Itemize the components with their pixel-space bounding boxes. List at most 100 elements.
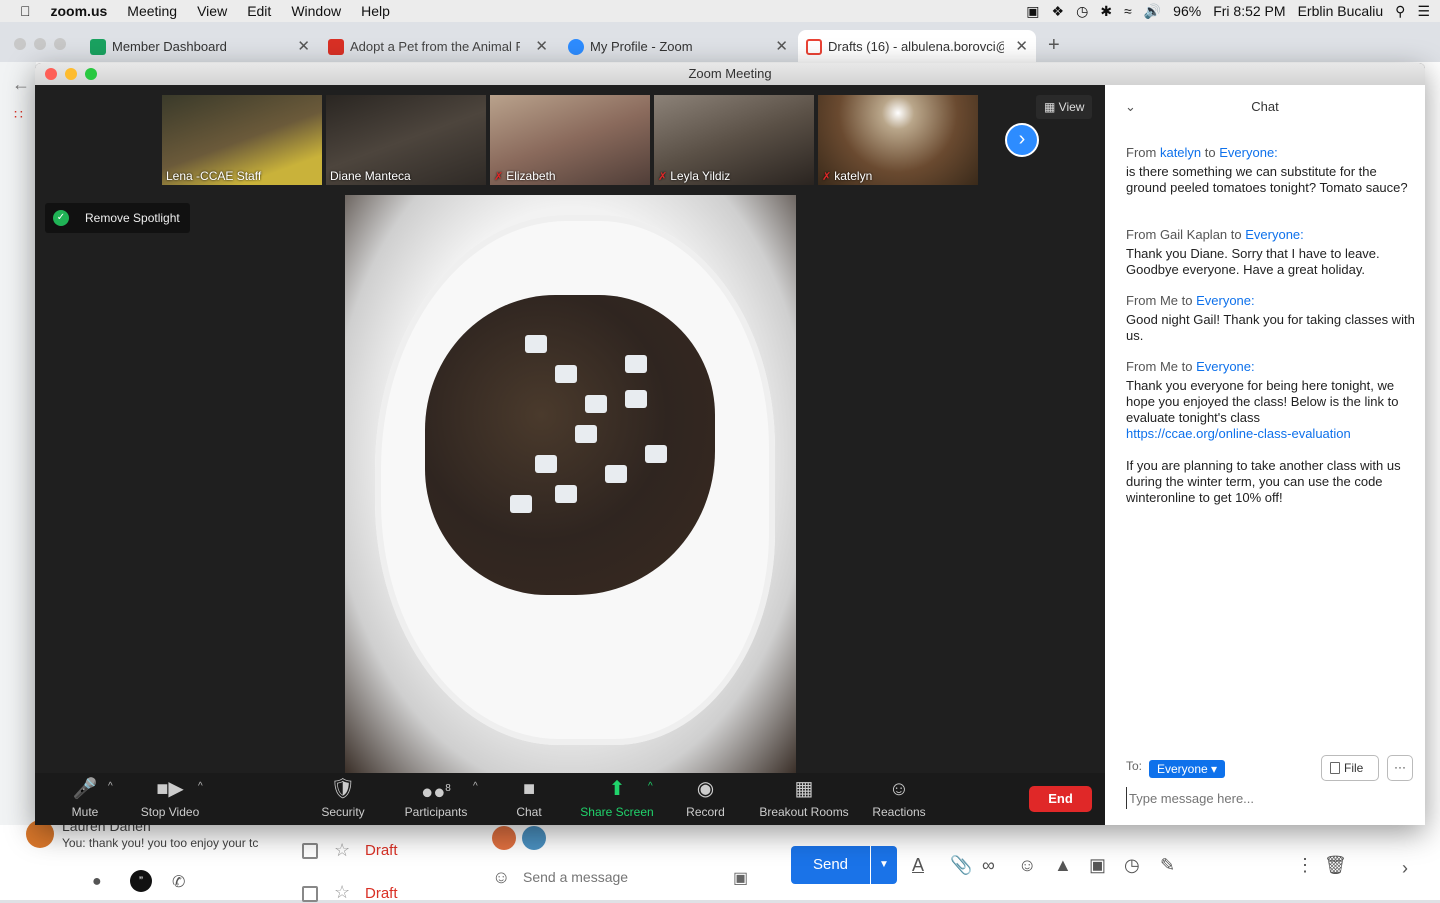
- record-button[interactable]: ◉ Record: [683, 777, 728, 819]
- browser-close-light[interactable]: [14, 38, 26, 50]
- zoom-close-light[interactable]: [45, 68, 57, 80]
- participants-options-caret-icon[interactable]: ^: [473, 781, 478, 792]
- image-icon[interactable]: ▣: [733, 868, 748, 888]
- message-text: Good night Gail! Thank you for taking cl…: [1126, 312, 1415, 343]
- recipient-name[interactable]: Everyone:: [1196, 293, 1255, 308]
- participant-thumb[interactable]: Diane Manteca: [326, 95, 486, 185]
- contacts-icon[interactable]: ●: [92, 873, 102, 891]
- drive-icon[interactable]: ▲: [1054, 855, 1072, 876]
- apps-grid-icon[interactable]: ∷: [14, 106, 23, 123]
- clock[interactable]: Fri 8:52 PM: [1213, 3, 1285, 19]
- breakout-rooms-icon: ▦: [794, 778, 814, 800]
- participant-count: 8: [445, 783, 451, 794]
- wifi-icon[interactable]: ≈: [1124, 3, 1132, 19]
- recipient-name[interactable]: Everyone:: [1196, 359, 1255, 374]
- adopt-pet-favicon-icon: [328, 39, 344, 55]
- chat-button[interactable]: ■ Chat: [509, 777, 549, 819]
- signature-icon[interactable]: ✎: [1160, 855, 1175, 876]
- spotlight-label: Remove Spotlight: [85, 211, 180, 225]
- apple-icon[interactable]: : [20, 3, 31, 19]
- battery-percent[interactable]: 96%: [1173, 3, 1201, 19]
- recipient-name[interactable]: Everyone:: [1245, 227, 1304, 242]
- emoji-icon[interactable]: ☺: [492, 867, 510, 888]
- formatting-icon[interactable]: A: [912, 855, 924, 876]
- menu-window[interactable]: Window: [291, 3, 341, 19]
- browser-minimize-light[interactable]: [34, 38, 46, 50]
- tab-member-dashboard[interactable]: Member Dashboard ✕: [82, 30, 318, 62]
- phone-icon[interactable]: ✆: [172, 872, 185, 892]
- notification-center-icon[interactable]: ☰: [1417, 3, 1430, 20]
- hangouts-icon[interactable]: ”: [130, 870, 152, 892]
- share-options-caret-icon[interactable]: ^: [648, 781, 653, 792]
- tab-my-profile-zoom[interactable]: My Profile - Zoom ✕: [560, 30, 796, 62]
- close-icon[interactable]: ✕: [535, 37, 548, 55]
- spotlight-search-icon[interactable]: ⚲: [1395, 3, 1405, 20]
- stop-video-button[interactable]: ■▶ Stop Video: [135, 777, 205, 819]
- volume-icon[interactable]: 🔊: [1144, 3, 1161, 20]
- menu-view[interactable]: View: [197, 3, 227, 19]
- more-options-icon[interactable]: ⋮: [1296, 855, 1314, 876]
- zoom-status-icon[interactable]: ▣: [1026, 3, 1039, 20]
- participant-thumb[interactable]: ✗ Leyla Yildiz: [654, 95, 814, 185]
- zoom-zoom-light[interactable]: [85, 68, 97, 80]
- participant-thumb[interactable]: ✗ katelyn: [818, 95, 978, 185]
- security-button[interactable]: 🛡 Security: [318, 777, 368, 819]
- dropbox-icon[interactable]: ❖: [1052, 3, 1065, 20]
- menu-edit[interactable]: Edit: [247, 3, 271, 19]
- recipient-name[interactable]: Everyone:: [1219, 145, 1278, 160]
- hangout-message-input[interactable]: [490, 860, 760, 894]
- share-screen-button[interactable]: ⬆ Share Screen: [578, 777, 656, 819]
- muted-mic-icon: ✗: [658, 171, 668, 183]
- chevron-right-icon[interactable]: ›: [1402, 858, 1408, 879]
- browser-zoom-light[interactable]: [54, 38, 66, 50]
- attach-icon[interactable]: 📎: [950, 855, 972, 876]
- reactions-button[interactable]: ☺ Reactions: [869, 777, 929, 819]
- chat-message-input[interactable]: [1126, 787, 1416, 809]
- draft-label[interactable]: Draft: [365, 885, 398, 902]
- recipient-dropdown[interactable]: Everyone ▾: [1149, 760, 1226, 778]
- bluetooth-icon[interactable]: ✱: [1100, 3, 1112, 20]
- end-meeting-button[interactable]: End: [1029, 786, 1092, 812]
- draft-label[interactable]: Draft: [365, 842, 398, 859]
- link-icon[interactable]: ∞: [982, 855, 995, 876]
- remove-spotlight-button[interactable]: ✓ Remove Spotlight: [45, 203, 190, 233]
- send-options-icon[interactable]: ▼: [871, 846, 897, 884]
- time-machine-icon[interactable]: ◷: [1076, 3, 1088, 20]
- close-icon[interactable]: ✕: [1015, 37, 1028, 55]
- view-label: View: [1058, 100, 1085, 114]
- tab-adopt-a-pet[interactable]: Adopt a Pet from the Animal Re ✕: [320, 30, 556, 62]
- participant-thumb[interactable]: ✗ Elizabeth: [490, 95, 650, 185]
- next-participants-button[interactable]: ›: [1005, 123, 1039, 157]
- photo-icon[interactable]: ▣: [1089, 855, 1106, 876]
- star-icon[interactable]: ☆: [334, 840, 350, 861]
- reactions-label: Reactions: [872, 805, 926, 819]
- new-tab-icon[interactable]: +: [1048, 34, 1060, 57]
- confidential-icon[interactable]: ◷: [1124, 855, 1140, 876]
- view-button[interactable]: ▦ View: [1036, 95, 1093, 119]
- mute-button[interactable]: 🎤 Mute: [65, 777, 105, 819]
- video-options-caret-icon[interactable]: ^: [198, 781, 203, 792]
- evaluation-link[interactable]: https://ccae.org/online-class-evaluation: [1126, 426, 1351, 441]
- back-arrow-icon[interactable]: ←: [12, 74, 30, 95]
- participants-button[interactable]: ●●8 Participants: [401, 777, 471, 819]
- close-icon[interactable]: ✕: [775, 37, 788, 55]
- discard-draft-icon[interactable]: 🗑: [1324, 855, 1347, 876]
- menu-meeting[interactable]: Meeting: [127, 3, 177, 19]
- menu-app-name[interactable]: zoom.us: [51, 3, 108, 19]
- shield-icon: 🛡: [330, 778, 356, 800]
- user-name[interactable]: Erblin Bucaliu: [1298, 3, 1384, 19]
- zoom-minimize-light[interactable]: [65, 68, 77, 80]
- sender-name[interactable]: katelyn: [1160, 145, 1201, 160]
- audio-options-caret-icon[interactable]: ^: [108, 781, 113, 792]
- emoji-icon[interactable]: ☺: [1018, 855, 1036, 876]
- send-button[interactable]: Send: [791, 846, 870, 884]
- menu-help[interactable]: Help: [361, 3, 390, 19]
- tab-gmail-drafts[interactable]: Drafts (16) - albulena.borovci@ ✕: [798, 30, 1036, 62]
- close-icon[interactable]: ✕: [297, 37, 310, 55]
- chevron-down-icon[interactable]: ⌄: [1125, 85, 1136, 129]
- breakout-rooms-button[interactable]: ▦ Breakout Rooms: [756, 777, 852, 819]
- participant-thumb[interactable]: Lena -CCAE Staff: [162, 95, 322, 185]
- more-options-button[interactable]: ···: [1387, 755, 1413, 781]
- file-button[interactable]: File: [1321, 755, 1379, 781]
- row-checkbox[interactable]: [302, 843, 318, 859]
